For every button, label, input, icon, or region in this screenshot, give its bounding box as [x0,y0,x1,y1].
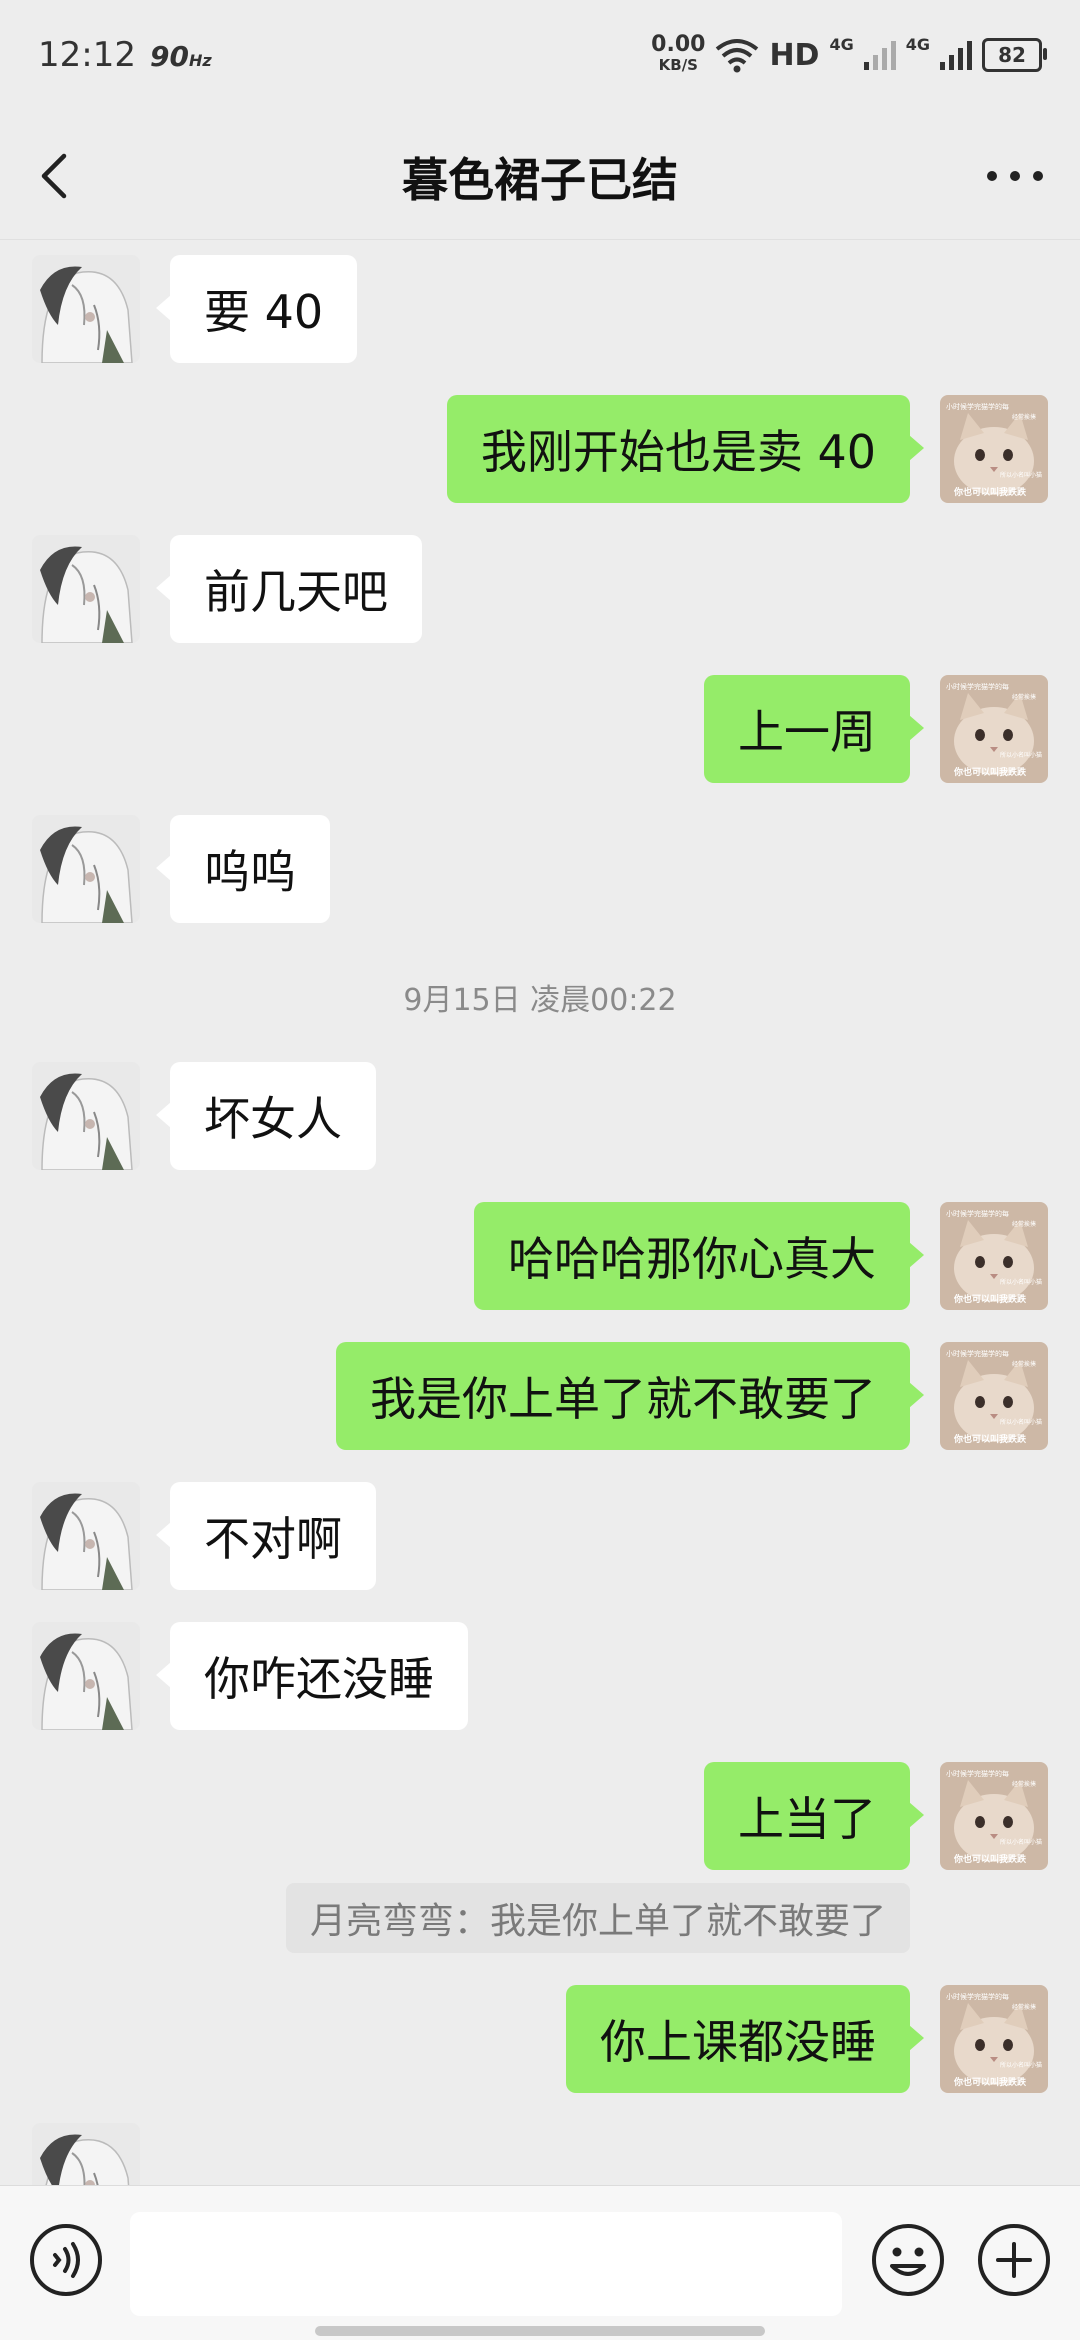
plus-icon[interactable] [976,2222,1052,2298]
message-bubble[interactable]: 哈哈哈那你心真大 [474,1202,924,1310]
quoted-message[interactable]: 月亮弯弯：我是你上单了就不敢要了 [285,1883,910,1953]
self-avatar[interactable]: 小时候学完猫学的每 经常挨揍所以小名叫小猫你也可以叫我跌跌 [940,1342,1048,1450]
contact-avatar[interactable] [32,815,140,923]
wifi-icon [716,39,759,73]
self-avatar[interactable]: 小时候学完猫学的每 经常挨揍所以小名叫小猫你也可以叫我跌跌 [940,675,1048,783]
home-indicator[interactable] [315,2326,765,2336]
net-speed-value: 0.00 [651,32,706,57]
contact-avatar[interactable] [32,1062,140,1170]
message-bubble[interactable]: 呜呜 [156,815,330,923]
signal-label-2: 4G [905,35,930,54]
status-right: 0.00 KB/S HD 4G 4G 82 [651,32,1047,75]
status-time: 12:12 [38,35,136,75]
svg-text:你也可以叫我跌跌: 你也可以叫我跌跌 [953,486,1027,498]
input-bar [0,2185,1080,2340]
svg-text:经常挨揍: 经常挨揍 [1012,1220,1036,1228]
svg-text:你也可以叫我跌跌: 你也可以叫我跌跌 [953,1433,1027,1445]
message-bubble[interactable]: 坏女人 [156,1062,376,1170]
self-avatar[interactable]: 小时候学完猫学的每 经常挨揍所以小名叫小猫你也可以叫我跌跌 [940,1762,1048,1870]
chat-header: 暮色裙子已结 [0,110,1080,240]
net-speed-unit: KB/S [658,56,698,74]
svg-text:经常挨揍: 经常挨揍 [1012,413,1036,421]
svg-text:小时候学完猫学的每: 小时候学完猫学的每 [946,402,1009,411]
message-bubble[interactable]: 不对啊 [156,1482,376,1590]
svg-text:小时候学完猫学的每: 小时候学完猫学的每 [946,1209,1009,1218]
refresh-rate: 90Hz [150,40,212,73]
status-bar: 12:12 90Hz 0.00 KB/S HD 4G 4G 82 [0,0,1080,110]
self-avatar[interactable]: 小时候学完猫学的每 经常挨揍所以小名叫小猫你也可以叫我跌跌 [940,395,1048,503]
refresh-rate-unit: Hz [188,51,212,70]
self-avatar[interactable]: 小时候学完猫学的每 经常挨揍所以小名叫小猫你也可以叫我跌跌 [940,1985,1048,2093]
message-bubble[interactable]: 前几天吧 [156,535,422,643]
net-speed: 0.00 KB/S [651,32,706,75]
message-timestamp: 9月15日 凌晨00:22 [403,983,677,1018]
voice-input-icon[interactable] [28,2222,104,2298]
contact-avatar[interactable] [32,535,140,643]
svg-text:所以小名叫小猫: 所以小名叫小猫 [1000,751,1042,759]
more-options-icon[interactable] [980,146,1050,206]
status-left: 12:12 90Hz [38,35,212,75]
svg-text:经常挨揍: 经常挨揍 [1012,1780,1036,1788]
svg-text:你也可以叫我跌跌: 你也可以叫我跌跌 [953,2076,1027,2088]
svg-text:小时候学完猫学的每: 小时候学完猫学的每 [946,1349,1009,1358]
svg-text:经常挨揍: 经常挨揍 [1012,1360,1036,1368]
battery-icon: 82 [982,38,1047,72]
contact-avatar[interactable] [32,1482,140,1590]
message-input[interactable] [130,2212,842,2316]
message-bubble[interactable]: 我刚开始也是卖 40 [446,395,925,503]
message-bubble[interactable]: 要 40 [155,255,358,363]
message-bubble[interactable]: 上当了 [704,1762,924,1870]
message-bubble[interactable]: 你咋还没睡 [156,1622,468,1730]
signal-label-1: 4G [829,35,854,54]
svg-text:你也可以叫我跌跌: 你也可以叫我跌跌 [953,1293,1027,1305]
svg-text:经常挨揍: 经常挨揍 [1012,2003,1036,2011]
emoji-icon[interactable] [870,2222,946,2298]
message-bubble[interactable]: 你上课都没睡 [566,1985,924,2093]
svg-text:小时候学完猫学的每: 小时候学完猫学的每 [946,1769,1009,1778]
svg-text:你也可以叫我跌跌: 你也可以叫我跌跌 [953,1853,1027,1865]
signal-icon [863,41,896,70]
signal-icon-2 [940,41,972,70]
svg-text:经常挨揍: 经常挨揍 [1012,693,1036,701]
chat-title: 暮色裙子已结 [402,153,678,207]
svg-text:所以小名叫小猫: 所以小名叫小猫 [1000,2061,1042,2069]
svg-text:你也可以叫我跌跌: 你也可以叫我跌跌 [953,766,1027,778]
message-list[interactable]: 要 40 小时候学完猫学的每 经常挨揍 所以小名叫小猫 你也可以叫我跌跌 我刚开始也是卖 … [0,240,1080,2185]
svg-text:所以小名叫小猫: 所以小名叫小猫 [1000,1278,1042,1286]
message-bubble[interactable]: 上一周 [704,675,924,783]
svg-text:所以小名叫小猫: 所以小名叫小猫 [1000,471,1042,479]
contact-avatar[interactable] [32,255,140,363]
hd-indicator: HD [769,37,820,73]
contact-avatar[interactable] [32,2123,140,2185]
self-avatar[interactable]: 小时候学完猫学的每 经常挨揍所以小名叫小猫你也可以叫我跌跌 [940,1202,1048,1310]
svg-text:所以小名叫小猫: 所以小名叫小猫 [1000,1838,1042,1846]
svg-text:小时候学完猫学的每: 小时候学完猫学的每 [946,1992,1009,2001]
message-bubble[interactable]: 我是你上单了就不敢要了 [336,1342,924,1450]
svg-text:所以小名叫小猫: 所以小名叫小猫 [1000,1418,1042,1426]
svg-text:小时候学完猫学的每: 小时候学完猫学的每 [946,682,1009,691]
contact-avatar[interactable] [32,1622,140,1730]
refresh-rate-value: 90 [149,40,189,73]
